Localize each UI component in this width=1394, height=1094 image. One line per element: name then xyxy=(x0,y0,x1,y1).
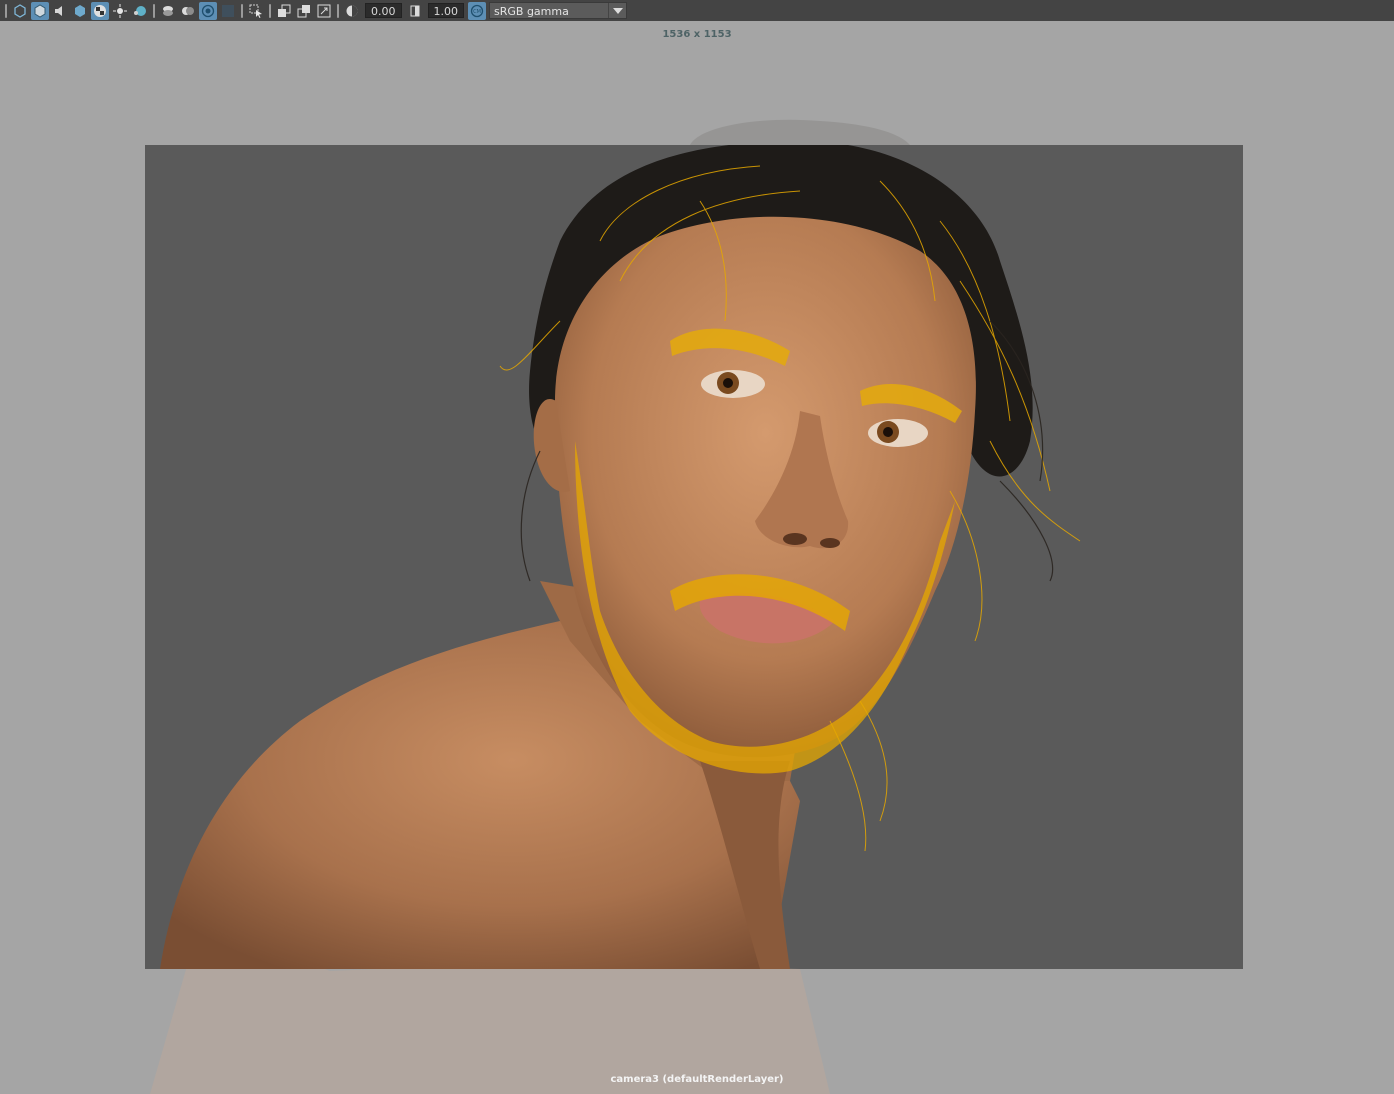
display-icon[interactable] xyxy=(219,2,237,20)
shaded-cube-icon[interactable] xyxy=(71,2,89,20)
viewport-toolbar: 0.00 1.00 CM sRGB gamma xyxy=(0,0,1394,21)
color-space-select[interactable]: sRGB gamma xyxy=(489,2,627,19)
toggle-icon[interactable] xyxy=(179,2,197,20)
toolbar-separator xyxy=(337,3,339,18)
svg-text:CM: CM xyxy=(473,9,481,15)
layers-icon[interactable] xyxy=(159,2,177,20)
render-viewport[interactable] xyxy=(0,21,1394,1094)
camera-label: camera3 (defaultRenderLayer) xyxy=(610,1074,784,1085)
gamma-field[interactable]: 1.00 xyxy=(427,3,464,18)
gamma-icon[interactable] xyxy=(406,2,424,20)
paste-icon[interactable] xyxy=(295,2,313,20)
target-icon[interactable] xyxy=(199,1,217,20)
sphere-icon[interactable] xyxy=(131,2,149,20)
toolbar-separator xyxy=(241,3,243,18)
checker-icon[interactable] xyxy=(91,1,109,20)
chevron-down-icon[interactable] xyxy=(608,3,626,18)
light-icon[interactable] xyxy=(111,2,129,20)
color-space-value: sRGB gamma xyxy=(494,5,569,18)
color-management-icon[interactable]: CM xyxy=(468,1,486,20)
toolbar-separator xyxy=(5,3,7,18)
exposure-field[interactable]: 0.00 xyxy=(365,3,402,18)
character-render xyxy=(150,119,1081,1094)
select-icon[interactable] xyxy=(247,2,265,20)
toolbar-separator xyxy=(269,3,271,18)
resize-icon[interactable] xyxy=(315,2,333,20)
exposure-icon[interactable] xyxy=(343,2,361,20)
copy-icon[interactable] xyxy=(275,2,293,20)
resolution-label: 1536 x 1153 xyxy=(662,29,732,40)
camera-icon[interactable] xyxy=(11,2,29,20)
cube-icon[interactable] xyxy=(31,1,49,20)
toolbar-separator xyxy=(153,3,155,18)
speaker-icon[interactable] xyxy=(51,2,69,20)
